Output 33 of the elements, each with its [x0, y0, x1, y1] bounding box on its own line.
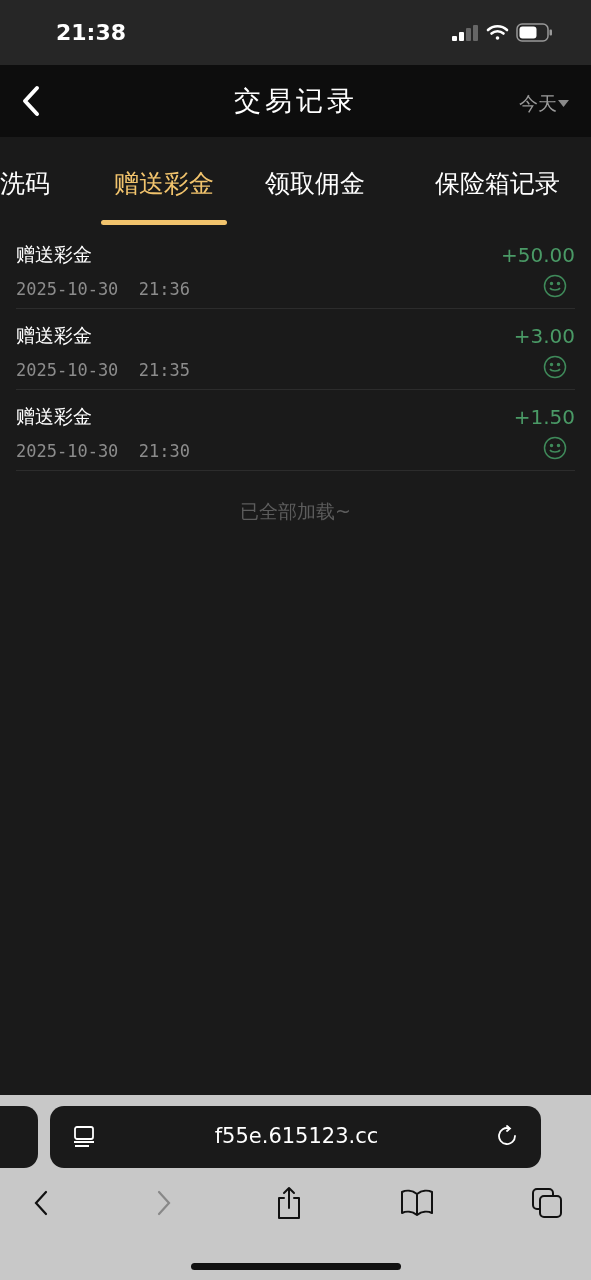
- end-of-list-note: 已全部加载~: [240, 499, 351, 524]
- tab[interactable]: 洗码: [0, 137, 101, 228]
- record-amount: +1.50: [513, 404, 575, 431]
- record-time: 2025-10-30 21:30: [16, 439, 190, 463]
- book-icon[interactable]: [399, 1189, 434, 1217]
- record-title: 赠送彩金: [16, 242, 93, 267]
- chevron-right-icon: [157, 1190, 172, 1216]
- chevron-left-icon: [34, 1190, 48, 1216]
- back-icon: [21, 85, 41, 117]
- smiley-icon: [543, 436, 567, 460]
- url-text: f55e.615123.cc: [214, 1123, 379, 1151]
- reader-icon: [72, 1125, 96, 1149]
- record-amount: +3.00: [513, 323, 575, 350]
- record-amount: +50.00: [501, 242, 575, 269]
- signal-icon: [452, 24, 479, 41]
- clock: 21:38: [56, 19, 127, 47]
- smiley-icon: [543, 274, 567, 298]
- smiley-icon: [543, 355, 567, 379]
- tab[interactable]: 赠送彩金: [101, 137, 227, 228]
- record-title: 赠送彩金: [16, 323, 93, 348]
- address-bar[interactable]: f55e.615123.cc: [50, 1106, 541, 1168]
- page-title: 交易记录: [233, 83, 358, 118]
- tabs-icon[interactable]: [531, 1187, 563, 1219]
- record-time: 2025-10-30 21:35: [16, 358, 190, 382]
- tab[interactable]: 保险箱记录: [403, 137, 591, 228]
- battery-icon: [516, 23, 553, 42]
- wifi-icon: [486, 24, 509, 41]
- tab[interactable]: 领取佣金: [227, 137, 403, 228]
- caret-icon: [558, 99, 569, 107]
- previous-tab-preview[interactable]: [0, 1106, 38, 1168]
- record-time: 2025-10-30 21:36: [16, 277, 190, 301]
- record-title: 赠送彩金: [16, 404, 93, 429]
- date-filter-dropdown[interactable]: 今天: [519, 89, 569, 118]
